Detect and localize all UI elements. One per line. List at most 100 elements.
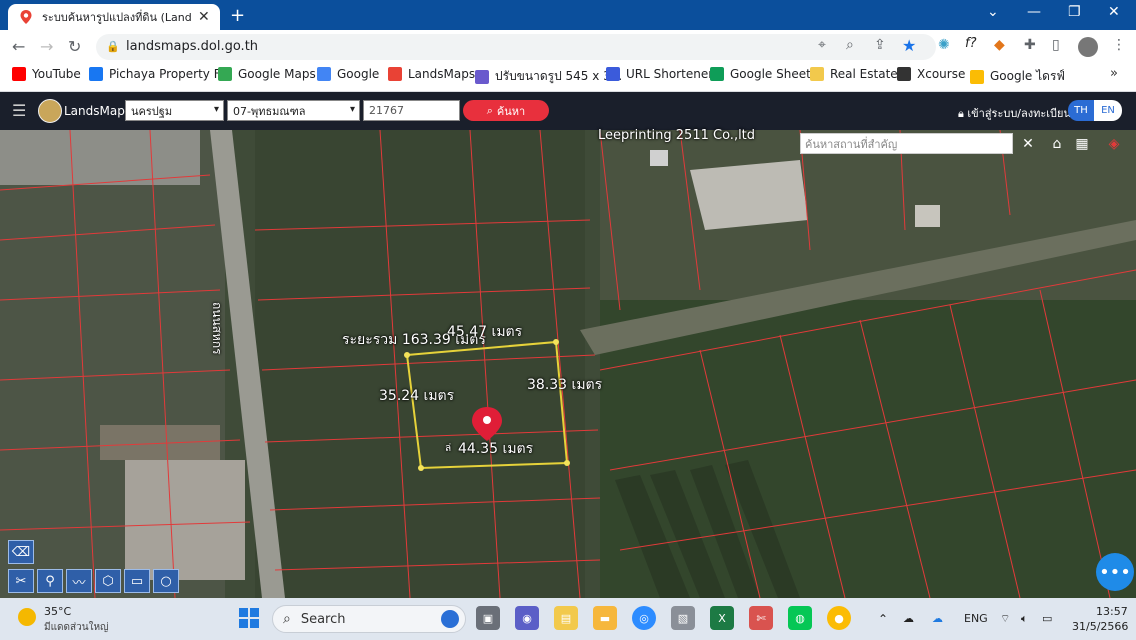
url-text[interactable]: landsmaps.dol.go.th bbox=[126, 39, 258, 54]
rectangle-icon[interactable]: ▭ bbox=[124, 569, 150, 593]
wifi-icon[interactable]: ⌔ bbox=[1000, 612, 1010, 626]
tab-search-chevron-icon[interactable]: ⌄ bbox=[987, 4, 999, 20]
drive-icon bbox=[970, 69, 984, 84]
maps-icon bbox=[218, 67, 232, 81]
bookmarks-overflow-icon[interactable]: » bbox=[1110, 66, 1118, 81]
bookmark-star-icon[interactable]: ★ bbox=[902, 36, 916, 55]
bookmark-item[interactable]: Google Maps bbox=[218, 67, 316, 81]
tab-title: ระบบค้นหารูปแปลงที่ดิน (LandsMaps bbox=[42, 11, 192, 24]
extensions-puzzle-icon[interactable]: ✚ bbox=[1024, 37, 1036, 53]
tray-overflow-icon[interactable]: ⌃ bbox=[878, 612, 888, 626]
weather-sun-icon[interactable] bbox=[18, 608, 36, 626]
sticky-notes-icon[interactable]: ▤ bbox=[554, 606, 578, 630]
chrome-icon[interactable]: ● bbox=[827, 606, 851, 630]
bookmark-item[interactable]: YouTube bbox=[12, 67, 81, 81]
side-right-length: 38.33 เมตร bbox=[527, 377, 603, 393]
bookmark-label: Google bbox=[337, 67, 380, 81]
teams-icon[interactable]: ◉ bbox=[515, 606, 539, 630]
hamburger-menu-icon[interactable]: ☰ bbox=[12, 101, 26, 120]
layers-icon[interactable]: ◈ bbox=[1102, 133, 1126, 155]
browser-tab[interactable]: ระบบค้นหารูปแปลงที่ดิน (LandsMaps ✕ bbox=[8, 4, 220, 30]
more-options-button[interactable]: ••• bbox=[1096, 553, 1134, 591]
lang-en-button[interactable]: EN bbox=[1094, 100, 1122, 121]
new-tab-button[interactable]: + bbox=[230, 5, 245, 26]
bookmark-item[interactable]: Xcourse bbox=[897, 67, 965, 81]
forward-icon[interactable]: → bbox=[40, 37, 53, 56]
bookmark-item[interactable]: Real Estate bbox=[810, 67, 898, 81]
eraser-icon[interactable]: ⌫ bbox=[8, 540, 34, 564]
line-icon[interactable]: 〰 bbox=[66, 569, 92, 593]
battery-icon[interactable]: ▭ bbox=[1042, 612, 1052, 625]
browser-menu-icon[interactable]: ⋮ bbox=[1112, 37, 1126, 53]
snipping-tool-icon[interactable]: ✄ bbox=[749, 606, 773, 630]
windows-start-icon[interactable] bbox=[238, 607, 260, 629]
circle-icon[interactable]: ○ bbox=[153, 569, 179, 593]
measure-icon[interactable]: ✂ bbox=[8, 569, 34, 593]
bookmark-item[interactable]: Google Sheet bbox=[710, 67, 811, 81]
search-button[interactable]: ⌕ ค้นหา bbox=[463, 100, 549, 121]
landsmaps-icon bbox=[388, 67, 402, 81]
app-icon[interactable]: ▧ bbox=[671, 606, 695, 630]
close-window-button[interactable]: ✕ bbox=[1108, 4, 1120, 20]
parcel-number-input[interactable]: 21767 bbox=[363, 100, 460, 121]
onedrive-sync-icon[interactable]: ☁ bbox=[903, 612, 914, 625]
bookmark-item[interactable]: Google ไดรฟ์ bbox=[970, 67, 1065, 86]
pin-icon[interactable]: ⚲ bbox=[37, 569, 63, 593]
province-select[interactable]: นครปฐม ▾ bbox=[125, 100, 224, 121]
tab-close-icon[interactable]: ✕ bbox=[198, 9, 210, 25]
landsmaps-favicon-icon bbox=[20, 10, 32, 24]
excel-icon[interactable]: X bbox=[710, 606, 734, 630]
task-view-icon[interactable]: ▣ bbox=[476, 606, 500, 630]
search-button-label: ค้นหา bbox=[496, 104, 526, 118]
side-panel-icon[interactable]: ▯ bbox=[1052, 37, 1060, 53]
share-icon[interactable]: ⇪ bbox=[874, 37, 886, 53]
volume-icon[interactable]: 🔈︎ bbox=[1021, 612, 1028, 626]
map-canvas[interactable] bbox=[0, 130, 1136, 598]
taskbar-search[interactable]: ⌕ Search bbox=[272, 605, 466, 633]
windows-logo-icon bbox=[239, 608, 259, 628]
weather-text[interactable]: มีแดดส่วนใหญ่ bbox=[44, 620, 109, 635]
place-search-input[interactable]: ค้นหาสถานที่สำคัญ bbox=[800, 133, 1013, 154]
zoom-icon[interactable]: ⌕ bbox=[846, 37, 854, 53]
language-indicator[interactable]: ENG bbox=[964, 612, 988, 625]
zoom-app-icon[interactable]: ◎ bbox=[632, 606, 656, 630]
place-search-clear-icon[interactable]: ✕ bbox=[1016, 133, 1040, 155]
home-icon[interactable]: ⌂ bbox=[1045, 133, 1069, 155]
grid-icon[interactable]: ▦ bbox=[1070, 133, 1094, 155]
profile-avatar[interactable] bbox=[1078, 37, 1098, 57]
bookmark-item[interactable]: ปรับขนาดรูป 545 x 3... bbox=[475, 67, 622, 86]
line-app-icon[interactable]: ◍ bbox=[788, 606, 812, 630]
bookmark-label: Pichaya Property FB bbox=[109, 67, 229, 81]
minimize-button[interactable]: — bbox=[1027, 4, 1041, 20]
file-explorer-icon[interactable]: ▬ bbox=[593, 606, 617, 630]
facebook-icon bbox=[89, 67, 103, 81]
onedrive-icon[interactable]: ☁ bbox=[932, 612, 943, 625]
lang-th-button[interactable]: TH bbox=[1068, 100, 1094, 121]
weather-temperature[interactable]: 35°C bbox=[44, 605, 71, 618]
restore-button[interactable]: ❐ bbox=[1068, 4, 1081, 20]
clock-time[interactable]: 13:57 bbox=[1096, 605, 1128, 618]
location-icon[interactable]: ⌖ bbox=[818, 37, 826, 53]
login-label: เข้าสู่ระบบ/ลงทะเบียน bbox=[967, 107, 1071, 120]
bookmark-item[interactable]: Google bbox=[317, 67, 379, 81]
bookmark-item[interactable]: LandsMaps bbox=[388, 67, 475, 81]
reload-icon[interactable]: ↻ bbox=[68, 37, 81, 56]
bing-icon bbox=[441, 610, 459, 628]
bookmark-item[interactable]: URL Shortener bbox=[606, 67, 713, 81]
formula-extension-icon[interactable]: f? bbox=[965, 36, 976, 51]
back-icon[interactable]: ← bbox=[12, 37, 25, 56]
lock-icon[interactable]: 🔒 bbox=[106, 40, 120, 53]
clock-date[interactable]: 31/5/2566 bbox=[1072, 620, 1128, 633]
district-select[interactable]: 07-พุทธมณฑล ▾ bbox=[227, 100, 360, 121]
resize-icon bbox=[475, 69, 489, 84]
login-link[interactable]: 🔒︎ เข้าสู่ระบบ/ลงทะเบียน bbox=[958, 104, 1071, 122]
sheets-icon bbox=[710, 67, 724, 81]
extension-globe-icon[interactable]: ✺ bbox=[938, 37, 950, 53]
bookmark-item[interactable]: Pichaya Property FB bbox=[89, 67, 229, 81]
polygon-icon[interactable]: ⬡ bbox=[95, 569, 121, 593]
lock-icon: 🔒︎ bbox=[958, 107, 968, 120]
province-value: นครปฐม bbox=[131, 104, 173, 118]
poi-label[interactable]: Leeprinting 2511 Co.,ltd bbox=[598, 128, 755, 143]
metamask-icon[interactable]: ◆ bbox=[994, 37, 1005, 53]
search-icon: ⌕ bbox=[283, 611, 291, 627]
